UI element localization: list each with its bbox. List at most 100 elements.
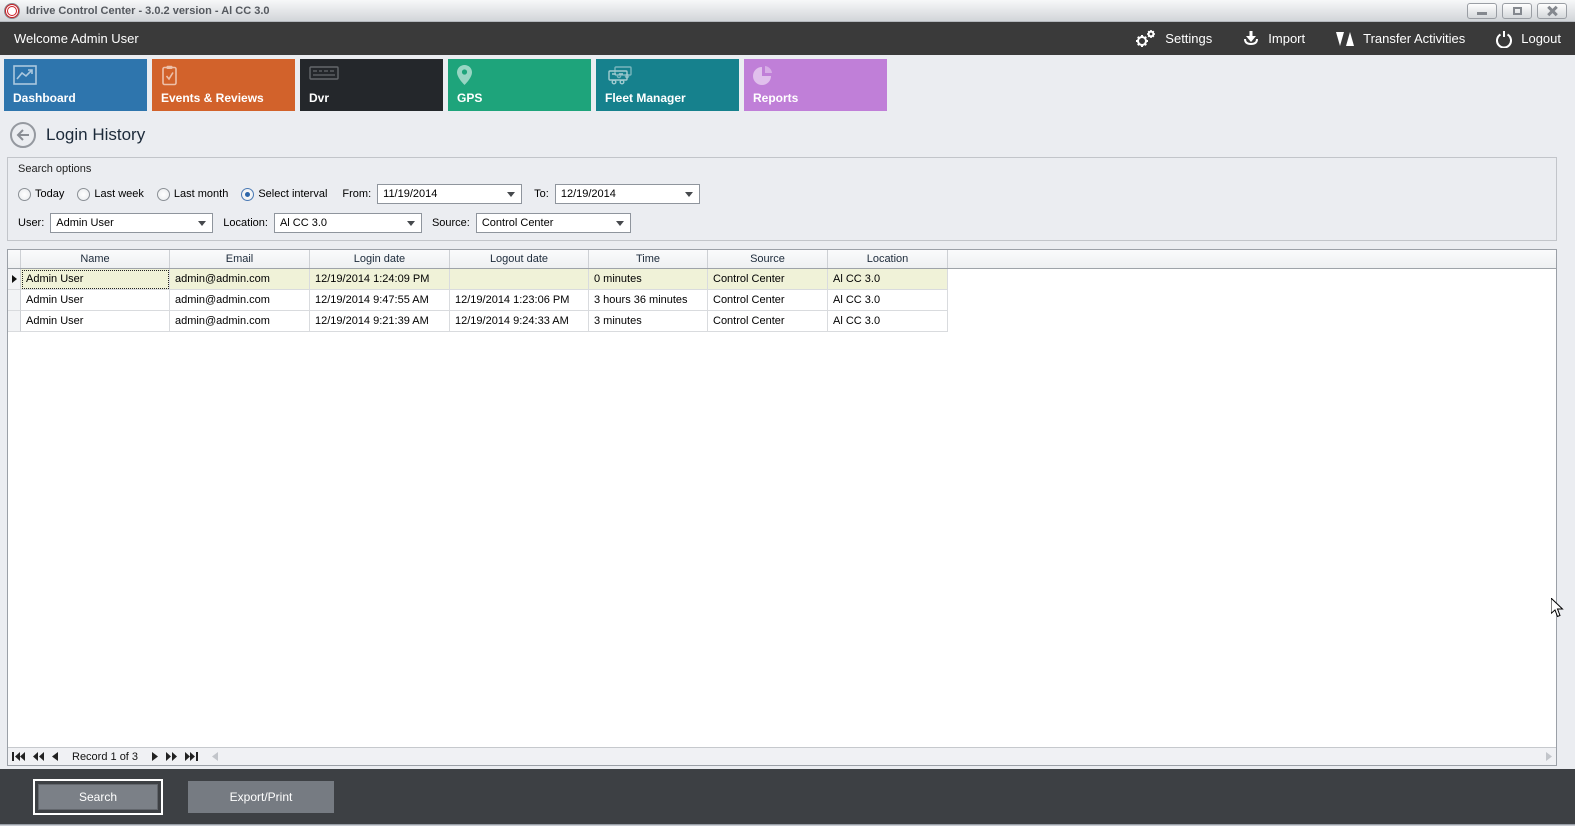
grid-cell-login-date[interactable]: 12/19/2014 1:24:09 PM	[310, 269, 450, 290]
login-history-grid: NameEmailLogin dateLogout dateTimeSource…	[7, 249, 1557, 766]
tile-gps-label: GPS	[457, 91, 482, 105]
settings-label: Settings	[1165, 31, 1212, 46]
grid-cell-location[interactable]: Al CC 3.0	[828, 269, 948, 290]
tile-reports[interactable]: Reports	[744, 59, 887, 111]
row-indicator-header	[8, 250, 21, 268]
mouse-cursor	[1551, 598, 1564, 623]
search-button[interactable]: Search	[38, 784, 158, 810]
radio-label: Today	[35, 188, 64, 200]
import-button[interactable]: Import	[1242, 29, 1305, 49]
grid-cell-source[interactable]: Control Center	[708, 290, 828, 311]
app-logo-icon	[5, 4, 19, 18]
module-tiles: Dashboard Events & Reviews Dvr GPS	[0, 55, 1575, 111]
settings-button[interactable]: Settings	[1133, 29, 1212, 49]
grid-cell-time[interactable]: 3 minutes	[589, 311, 708, 332]
row-indicator-cell	[8, 269, 21, 290]
row-indicator-cell	[8, 290, 21, 311]
chevron-down-icon	[685, 192, 693, 197]
tile-fleet-manager[interactable]: Fleet Manager	[596, 59, 739, 111]
grid-cell-login-date[interactable]: 12/19/2014 9:47:55 AM	[310, 290, 450, 311]
nav-rewind-button[interactable]	[33, 752, 44, 761]
maximize-button[interactable]	[1502, 3, 1532, 19]
grid-cell-location[interactable]: Al CC 3.0	[828, 290, 948, 311]
to-date-dropdown[interactable]: 12/19/2014	[555, 184, 700, 204]
radio-today[interactable]: Today	[18, 188, 64, 201]
close-button[interactable]	[1537, 3, 1567, 19]
back-button[interactable]	[10, 122, 36, 148]
grid-cell-email[interactable]: admin@admin.com	[170, 269, 310, 290]
tile-events-reviews-label: Events & Reviews	[161, 91, 264, 105]
location-dropdown[interactable]: Al CC 3.0	[274, 213, 422, 233]
column-header-location[interactable]: Location	[828, 250, 948, 268]
arrow-left-icon	[16, 129, 30, 141]
hscroll-right-button[interactable]	[1546, 752, 1552, 761]
radio-select-interval[interactable]: Select interval	[241, 188, 327, 201]
tile-dashboard[interactable]: Dashboard	[4, 59, 147, 111]
column-header-login-date[interactable]: Login date	[310, 250, 450, 268]
grid-cell-time[interactable]: 3 hours 36 minutes	[589, 290, 708, 311]
tile-dvr-label: Dvr	[309, 91, 329, 105]
close-icon	[1547, 6, 1557, 16]
user-dropdown[interactable]: Admin User	[50, 213, 213, 233]
logout-button[interactable]: Logout	[1495, 29, 1561, 49]
grid-cell-location[interactable]: Al CC 3.0	[828, 311, 948, 332]
map-pin-icon	[457, 65, 472, 90]
radio-label: Last month	[174, 188, 228, 200]
column-header-time[interactable]: Time	[589, 250, 708, 268]
grid-cell-email[interactable]: admin@admin.com	[170, 290, 310, 311]
column-header-source[interactable]: Source	[708, 250, 828, 268]
transfer-activities-label: Transfer Activities	[1363, 31, 1465, 46]
export-print-button[interactable]: Export/Print	[188, 781, 334, 813]
search-options-label: Search options	[18, 163, 1546, 175]
chevron-down-icon	[407, 221, 415, 226]
from-date-dropdown[interactable]: 11/19/2014	[377, 184, 522, 204]
grid-header-row: NameEmailLogin dateLogout dateTimeSource…	[8, 250, 1556, 269]
nav-first-button[interactable]	[12, 752, 25, 761]
grid-cell-name[interactable]: Admin User	[21, 311, 170, 332]
hscroll-left-button[interactable]	[212, 752, 218, 761]
user-value: Admin User	[56, 217, 113, 229]
column-header-name[interactable]: Name	[21, 250, 170, 268]
grid-cell-logout-date[interactable]	[450, 269, 589, 290]
nav-next-button[interactable]	[152, 752, 158, 761]
table-row[interactable]: Admin Useradmin@admin.com12/19/2014 9:21…	[8, 311, 1556, 332]
grid-cell-time[interactable]: 0 minutes	[589, 269, 708, 290]
from-date-value: 11/19/2014	[383, 188, 437, 200]
column-header-email[interactable]: Email	[170, 250, 310, 268]
location-label: Location:	[223, 217, 268, 229]
grid-cell-source[interactable]: Control Center	[708, 269, 828, 290]
minimize-icon	[1477, 12, 1487, 15]
transfer-activities-button[interactable]: Transfer Activities	[1335, 29, 1465, 49]
column-header-logout-date[interactable]: Logout date	[450, 250, 589, 268]
tile-dvr[interactable]: Dvr	[300, 59, 443, 111]
source-value: Control Center	[482, 217, 554, 229]
grid-cell-name[interactable]: Admin User	[21, 269, 170, 290]
location-value: Al CC 3.0	[280, 217, 327, 229]
table-row[interactable]: Admin Useradmin@admin.com12/19/2014 1:24…	[8, 269, 1556, 290]
nav-prev-button[interactable]	[52, 752, 58, 761]
to-date-value: 12/19/2014	[561, 188, 616, 200]
tile-gps[interactable]: GPS	[448, 59, 591, 111]
grid-cell-login-date[interactable]: 12/19/2014 9:21:39 AM	[310, 311, 450, 332]
radio-icon	[157, 188, 170, 201]
source-dropdown[interactable]: Control Center	[476, 213, 631, 233]
grid-cell-name[interactable]: Admin User	[21, 290, 170, 311]
radio-last-week[interactable]: Last week	[77, 188, 144, 201]
grid-cell-source[interactable]: Control Center	[708, 311, 828, 332]
nav-forward-button[interactable]	[166, 752, 177, 761]
chevron-down-icon	[616, 221, 624, 226]
nav-last-button[interactable]	[185, 752, 198, 761]
minimize-button[interactable]	[1467, 3, 1497, 19]
title-bar: Idrive Control Center - 3.0.2 version - …	[0, 0, 1575, 22]
gears-icon	[1133, 29, 1157, 49]
grid-cell-logout-date[interactable]: 12/19/2014 9:24:33 AM	[450, 311, 589, 332]
tile-events-reviews[interactable]: Events & Reviews	[152, 59, 295, 111]
user-label: User:	[18, 217, 44, 229]
grid-cell-logout-date[interactable]: 12/19/2014 1:23:06 PM	[450, 290, 589, 311]
radio-last-month[interactable]: Last month	[157, 188, 228, 201]
logout-label: Logout	[1521, 31, 1561, 46]
column-header-filler	[948, 250, 1556, 268]
grid-cell-email[interactable]: admin@admin.com	[170, 311, 310, 332]
maximize-icon	[1513, 7, 1522, 15]
table-row[interactable]: Admin Useradmin@admin.com12/19/2014 9:47…	[8, 290, 1556, 311]
